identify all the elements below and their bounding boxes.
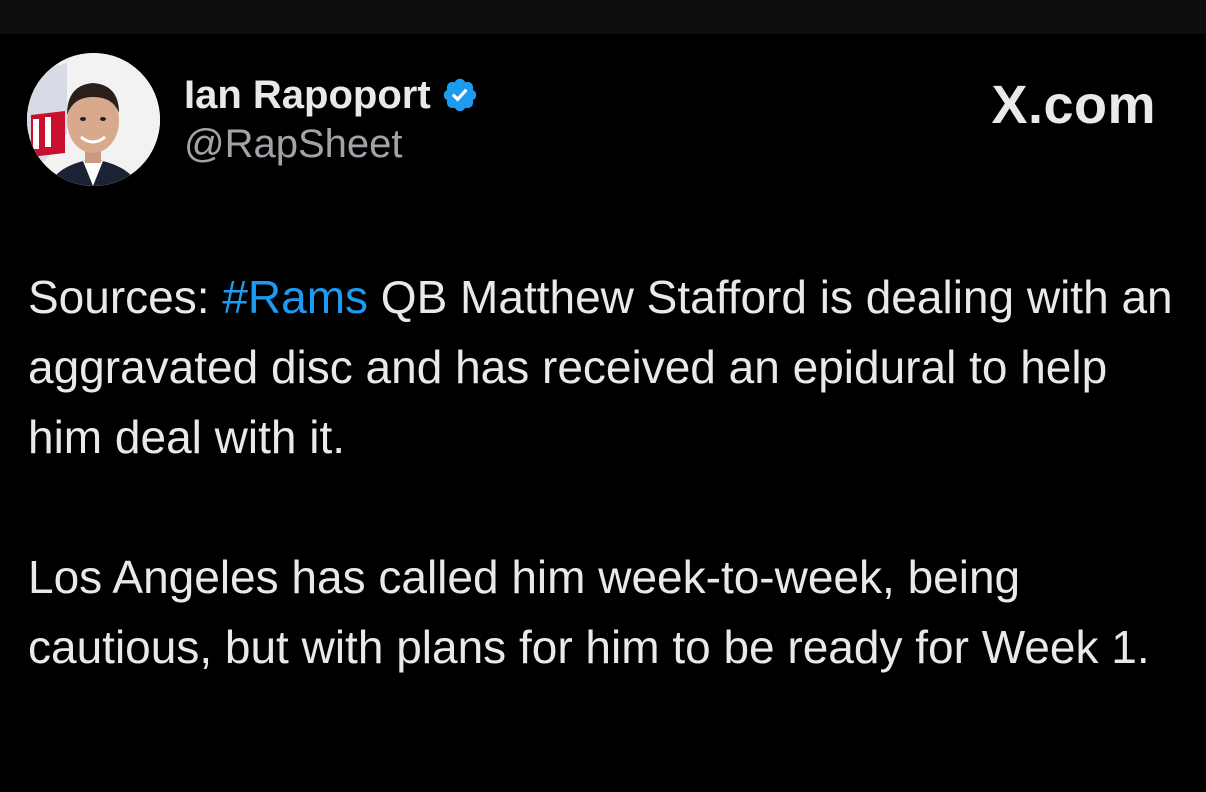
author-handle[interactable]: @RapSheet — [184, 122, 403, 167]
tweet-paragraph-2: Los Angeles has called him week-to-week,… — [28, 551, 1150, 673]
tweet-paragraph-1: Sources: #Rams QB Matthew Stafford is de… — [28, 262, 1178, 472]
verified-badge-icon — [441, 76, 479, 114]
author-name[interactable]: Ian Rapoport — [184, 73, 431, 118]
tweet-text: Sources: #Rams QB Matthew Stafford is de… — [28, 262, 1178, 682]
profile-photo-icon — [27, 53, 160, 186]
author-name-row: Ian Rapoport — [184, 70, 479, 120]
hashtag-link[interactable]: #Rams — [222, 271, 368, 323]
top-bar — [0, 0, 1206, 34]
avatar[interactable] — [27, 53, 160, 186]
tweet-text-lead: Sources: — [28, 271, 223, 323]
site-brand-logo: X.com — [991, 75, 1156, 135]
